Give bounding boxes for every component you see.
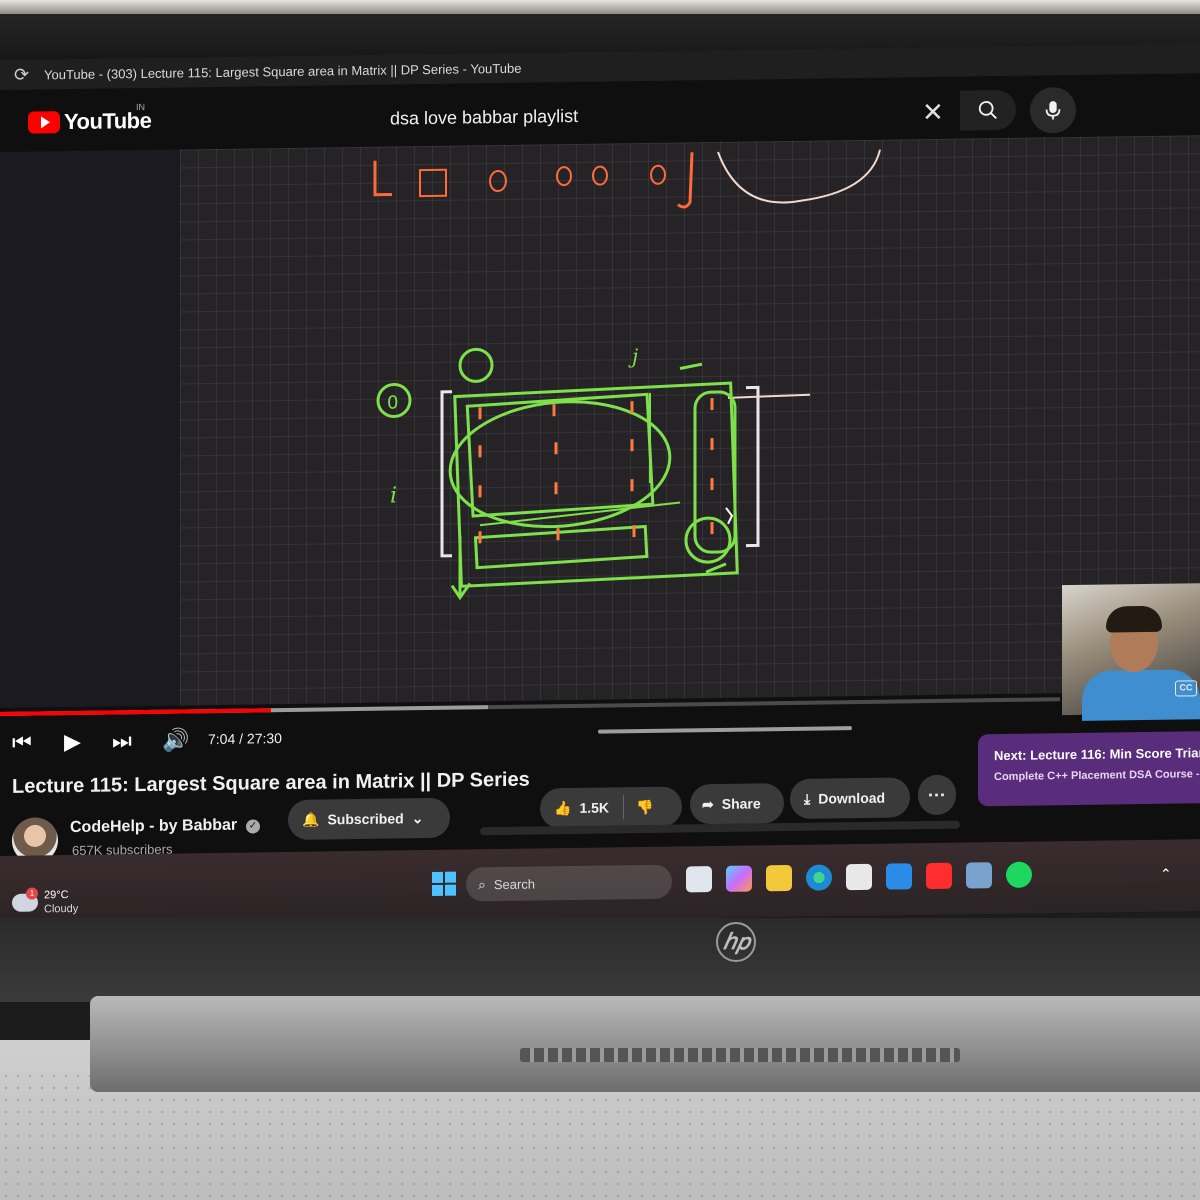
video-title: Lecture 115: Largest Square area in Matr… (12, 768, 530, 798)
windows-taskbar: 1 29°C Cloudy ⌕ Search ⌃ (0, 839, 1200, 928)
taskbar-search[interactable]: ⌕ Search (466, 864, 672, 902)
laptop-screen: ⟳ YouTube - (303) Lecture 115: Largest S… (0, 43, 1200, 928)
hp-logo: ℎ𝑝 (716, 922, 756, 962)
subscribed-label: Subscribed (327, 810, 404, 828)
up-next-title: Next: Lecture 116: Min Score Trian (994, 745, 1200, 764)
copilot-icon[interactable] (726, 865, 752, 892)
laptop-lower-bezel (0, 918, 1200, 1002)
weather-alert-badge: 1 (26, 887, 38, 900)
search-button[interactable] (960, 89, 1016, 131)
search-icon (978, 101, 997, 119)
share-icon: ➦ (702, 795, 714, 812)
voice-search-button[interactable] (1030, 86, 1076, 134)
chevron-down-icon: ⌄ (411, 809, 424, 826)
download-icon: ⤓ (804, 790, 811, 807)
youtube-logo[interactable]: YouTube IN (28, 102, 151, 136)
whiteboard-drawing: 0 i j (373, 149, 881, 601)
zero-marker: 0 (387, 392, 398, 413)
up-next-card[interactable]: Next: Lecture 116: Min Score Trian Compl… (978, 730, 1200, 807)
hinge-vent (520, 1048, 960, 1062)
snipping-tool-icon[interactable] (966, 862, 992, 889)
taskbar-search-label: Search (493, 876, 536, 892)
play-icon[interactable]: ▶ (64, 729, 81, 755)
next-icon[interactable]: ⏭ (112, 728, 132, 754)
share-button[interactable]: ➦ Share (690, 783, 784, 825)
like-dislike-group: 👍 1.5K 👎 (540, 786, 682, 829)
more-actions-button[interactable]: ··· (918, 774, 956, 816)
weather-temperature: 29°C (44, 889, 69, 902)
cc-button[interactable]: CC (1175, 680, 1197, 697)
country-code: IN (136, 101, 145, 113)
download-label: Download (818, 789, 886, 807)
reload-icon[interactable]: ⟳ (14, 65, 32, 85)
vscode-icon[interactable] (886, 863, 912, 890)
progress-played (0, 708, 272, 716)
col-index-label: j (628, 344, 638, 368)
chevron-up-icon[interactable]: ⌃ (1160, 866, 1172, 883)
subscribed-button[interactable]: 🔔 Subscribed ⌄ (288, 797, 450, 840)
download-button[interactable]: ⤓ Download (790, 777, 910, 819)
search-icon: ⌕ (478, 875, 486, 892)
verified-icon: ✓ (246, 819, 260, 834)
store-icon[interactable] (846, 863, 872, 891)
previous-icon[interactable]: ⏮ (12, 730, 32, 756)
divider (623, 795, 625, 820)
laptop-hinge (90, 996, 1200, 1092)
like-count[interactable]: 1.5K (579, 799, 609, 815)
search-input[interactable]: dsa love babbar playlist (360, 91, 960, 139)
tab-title: YouTube - (303) Lecture 115: Largest Squ… (44, 60, 522, 82)
edge-browser-icon[interactable] (806, 864, 832, 891)
like-icon[interactable]: 👍 (554, 800, 571, 817)
youtube-play-icon (28, 111, 60, 134)
ambient-light-strip (0, 0, 1200, 14)
microphone-icon (1045, 101, 1061, 120)
share-label: Share (721, 795, 761, 812)
channel-name[interactable]: CodeHelp - by Babbar (70, 817, 237, 837)
player-controls: ⏮ ▶ ⏭ 🔊 7:04 / 27:30 (0, 709, 1060, 764)
weather-description: Cloudy (44, 902, 79, 916)
volume-icon[interactable]: 🔊 (162, 727, 189, 753)
task-view-icon[interactable] (686, 866, 712, 893)
clear-search-icon[interactable]: ✕ (922, 97, 944, 127)
video-player[interactable]: 0 i j (180, 135, 1200, 706)
youtube-app-icon[interactable] (926, 862, 952, 890)
bell-icon: 🔔 (302, 811, 320, 828)
up-next-subtitle: Complete C++ Placement DSA Course - (994, 768, 1200, 784)
windows-start-icon[interactable] (432, 871, 456, 896)
dislike-icon[interactable]: 👎 (636, 798, 653, 815)
file-explorer-icon[interactable] (766, 864, 792, 892)
time-display: 7:04 / 27:30 (208, 730, 282, 748)
spotify-icon[interactable] (1006, 861, 1032, 888)
video-letterbox (0, 149, 180, 708)
row-index-label: i (390, 483, 397, 508)
